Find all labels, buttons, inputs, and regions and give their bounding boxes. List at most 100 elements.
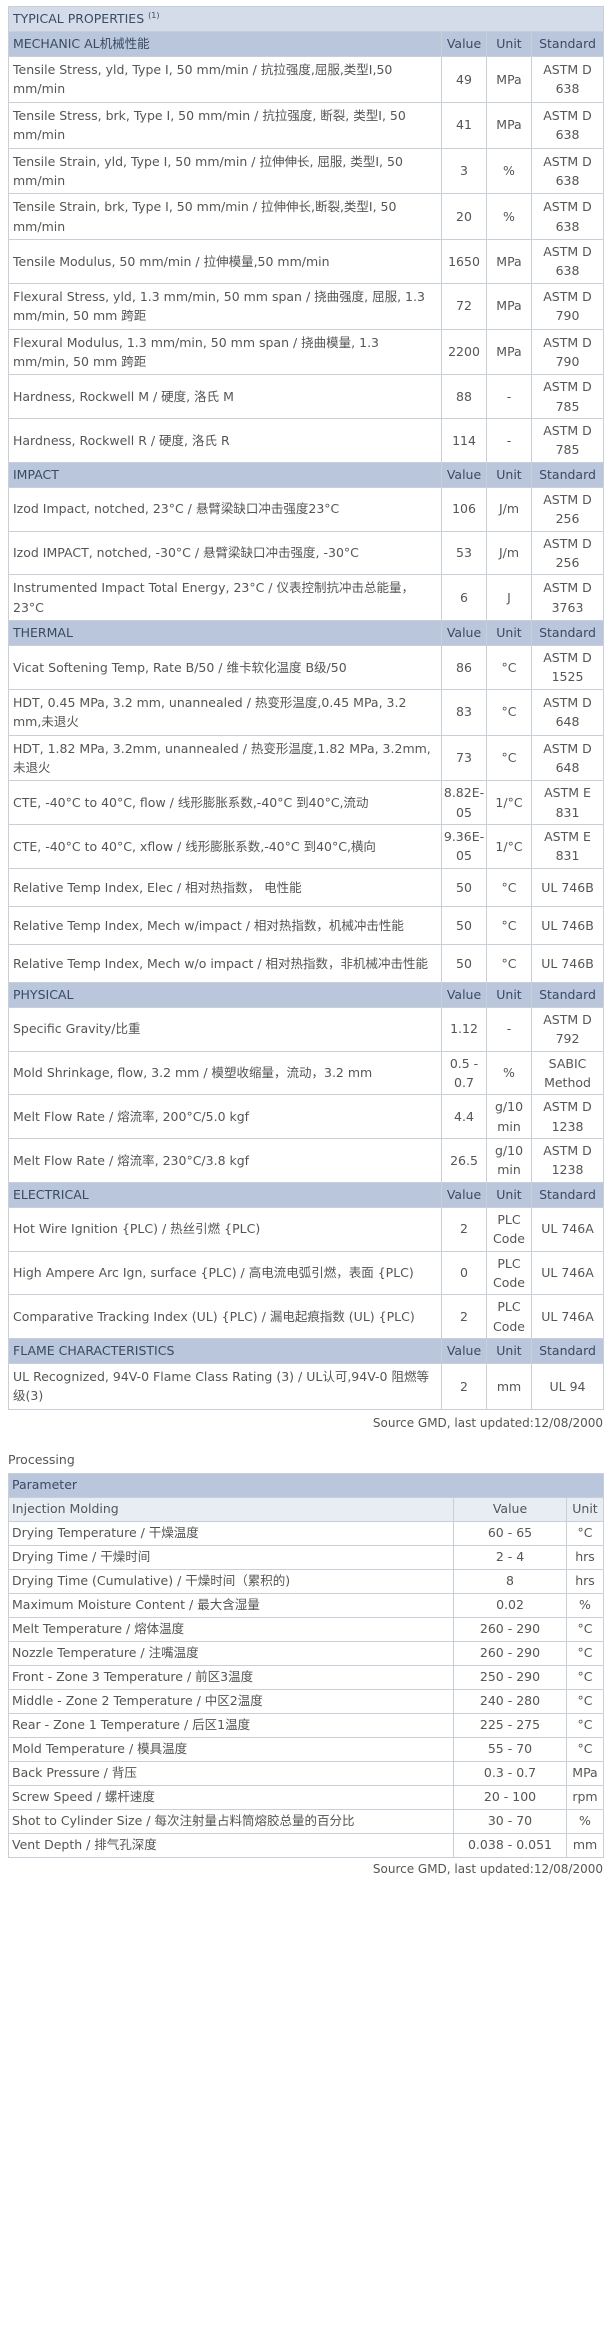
property-row: Flexural Stress, yld, 1.3 mm/min, 50 mm … — [8, 282, 605, 330]
property-unit: g/10 min — [486, 1138, 532, 1183]
property-value: 1.12 — [441, 1006, 487, 1052]
property-standard: ASTM D 256 — [530, 530, 605, 576]
properties-table: TYPICAL PROPERTIES (1) MECHANIC AL机械性能 Va… — [7, 6, 605, 1410]
property-unit: °C — [486, 867, 532, 907]
property-unit: PLC Code — [486, 1206, 532, 1252]
processing-row: Rear - Zone 1 Temperature / 后区1温度 225 - 2… — [8, 1712, 604, 1738]
property-unit: PLC Code — [486, 1250, 532, 1296]
property-standard: ASTM D 648 — [530, 734, 605, 782]
property-row: Hardness, Rockwell R / 硬度, 洛氏 R 114- ASTM … — [8, 418, 605, 463]
property-unit: PLC Code — [486, 1294, 532, 1339]
processing-parameter: Drying Temperature / 干燥温度 — [8, 1520, 454, 1546]
property-unit: 1/°C — [486, 824, 532, 869]
value-header: Value — [441, 31, 487, 57]
property-name: Tensile Strain, brk, Type I, 50 mm/min /… — [8, 193, 442, 240]
processing-parameter: Maximum Moisture Content / 最大含湿量 — [8, 1592, 454, 1618]
property-standard: ASTM D 1525 — [530, 645, 605, 690]
property-standard: ASTM D 3763 — [530, 574, 605, 621]
section-header: IMPACT Value Unit Standard — [8, 461, 605, 488]
property-unit: MPa — [486, 56, 532, 103]
property-standard: ASTM D 785 — [530, 374, 605, 419]
property-standard: UL 746A — [530, 1206, 605, 1252]
property-standard: ASTM D 638 — [530, 193, 605, 240]
property-unit: MPa — [486, 328, 532, 376]
property-standard: ASTM D 792 — [530, 1006, 605, 1052]
value-header: Value — [441, 1181, 487, 1208]
processing-parameter: Shot to Cylinder Size / 每次注射量占料筒熔胶总量的百分比 — [8, 1808, 454, 1834]
property-value: 0 — [441, 1250, 487, 1296]
processing-row: Back Pressure / 背压 0.3 - 0.7 MPa — [8, 1760, 604, 1786]
property-name: HDT, 0.45 MPa, 3.2 mm, unannealed / 热变形温… — [8, 688, 442, 736]
property-row: CTE, -40°C to 40°C, xflow / 线形膨胀系数,-40°C… — [8, 824, 605, 869]
section-title: IMPACT — [8, 461, 442, 488]
property-unit: °C — [486, 645, 532, 690]
datasheet: TYPICAL PROPERTIES (1) MECHANIC AL机械性能 Va… — [0, 0, 609, 1876]
property-standard: UL 94 — [530, 1363, 605, 1410]
value-header: Value — [441, 461, 487, 488]
property-row: Tensile Stress, brk, Type I, 50 mm/min /… — [8, 101, 605, 149]
property-unit: °C — [486, 688, 532, 736]
processing-unit-header: Unit — [566, 1496, 604, 1522]
property-unit: - — [486, 418, 532, 463]
processing-unit: MPa — [566, 1760, 604, 1786]
property-row: Instrumented Impact Total Energy, 23°C /… — [8, 574, 605, 621]
standard-header: Standard — [530, 981, 605, 1008]
section-header: THERMAL Value Unit Standard — [8, 620, 605, 646]
processing-value: 260 - 290 — [453, 1640, 567, 1666]
property-name: Vicat Softening Temp, Rate B/50 / 维卡软化温度… — [8, 645, 442, 690]
processing-value: 250 - 290 — [453, 1664, 567, 1690]
processing-row: Screw Speed / 螺杆速度 20 - 100 rpm — [8, 1784, 604, 1810]
property-unit: MPa — [486, 239, 532, 284]
processing-parameter: Melt Temperature / 熔体温度 — [8, 1616, 454, 1642]
processing-value: 260 - 290 — [453, 1616, 567, 1642]
processing-unit: °C — [566, 1520, 604, 1546]
property-unit: °C — [486, 734, 532, 782]
processing-unit: hrs — [566, 1544, 604, 1570]
processing-row: Drying Time (Cumulative) / 干燥时间（累积的) 8 hrs — [8, 1568, 604, 1594]
property-standard: ASTM D 638 — [530, 101, 605, 149]
property-value: 50 — [441, 905, 487, 945]
processing-unit: °C — [566, 1688, 604, 1714]
processing-unit: °C — [566, 1640, 604, 1666]
property-row: Izod IMPACT, notched, -30°C / 悬臂梁缺口冲击强度,… — [8, 530, 605, 576]
property-unit: MPa — [486, 282, 532, 330]
standard-header: Standard — [530, 461, 605, 488]
processing-table-body: Parameter Injection Molding Value Unit D… — [8, 1472, 604, 1858]
property-row: UL Recognized, 94V-0 Flame Class Rating … — [8, 1363, 605, 1410]
property-value: 88 — [441, 374, 487, 419]
processing-row: Nozzle Temperature / 注嘴温度 260 - 290 °C — [8, 1640, 604, 1666]
property-name: UL Recognized, 94V-0 Flame Class Rating … — [8, 1363, 442, 1410]
typical-properties-title: TYPICAL PROPERTIES (1) — [7, 6, 605, 32]
property-row: Specific Gravity/比重 1.12- ASTM D 792 — [8, 1006, 605, 1052]
property-value: 4.4 — [441, 1094, 487, 1139]
property-value: 20 — [441, 193, 487, 240]
property-unit: °C — [486, 905, 532, 945]
property-value: 72 — [441, 282, 487, 330]
processing-value: 20 - 100 — [453, 1784, 567, 1810]
processing-value: 0.038 - 0.051 — [453, 1832, 567, 1858]
property-value: 41 — [441, 101, 487, 149]
property-row: HDT, 0.45 MPa, 3.2 mm, unannealed / 热变形温… — [8, 688, 605, 736]
processing-row: Drying Time / 干燥时间 2 - 4 hrs — [8, 1544, 604, 1570]
property-value: 86 — [441, 645, 487, 690]
section-title: THERMAL — [8, 620, 442, 646]
property-standard: ASTM D 638 — [530, 56, 605, 103]
property-name: Tensile Strain, yld, Type I, 50 mm/min /… — [8, 147, 442, 195]
processing-unit: °C — [566, 1616, 604, 1642]
processing-row: Maximum Moisture Content / 最大含湿量 0.02% — [8, 1592, 604, 1618]
processing-value: 0.3 - 0.7 — [453, 1760, 567, 1786]
value-header: Value — [441, 620, 487, 646]
processing-unit: °C — [566, 1712, 604, 1738]
standard-header: Standard — [530, 1181, 605, 1208]
processing-parameter: Middle - Zone 2 Temperature / 中区2温度 — [8, 1688, 454, 1714]
property-name: Flexural Stress, yld, 1.3 mm/min, 50 mm … — [8, 282, 442, 330]
processing-parameter: Mold Temperature / 模具温度 — [8, 1736, 454, 1762]
value-header: Value — [441, 981, 487, 1008]
property-row: Comparative Tracking Index (UL) {PLC) / … — [8, 1294, 605, 1339]
property-name: Melt Flow Rate / 熔流率, 200°C/5.0 kgf — [8, 1094, 442, 1139]
section-title: MECHANIC AL机械性能 — [8, 31, 442, 57]
properties-source-note: Source GMD, last updated:12/08/2000 — [372, 1415, 603, 1430]
property-value: 114 — [441, 418, 487, 463]
title-text: TYPICAL PROPERTIES — [13, 11, 145, 27]
unit-header: Unit — [486, 31, 532, 57]
